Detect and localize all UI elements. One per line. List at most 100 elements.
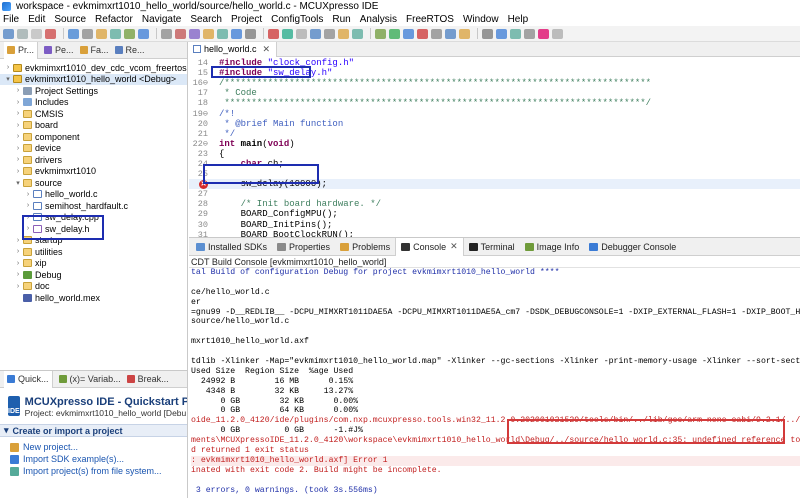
menu-analysis[interactable]: Analysis	[360, 14, 397, 25]
chevron-right-icon[interactable]: ›	[4, 64, 12, 71]
toolbar-button-icon[interactable]	[3, 28, 14, 39]
explorer-tab-0[interactable]: Pr...	[4, 42, 39, 59]
menu-refactor[interactable]: Refactor	[95, 14, 133, 25]
menu-freertos[interactable]: FreeRTOS	[406, 14, 454, 25]
toolbar-button-icon[interactable]	[459, 28, 470, 39]
toolbar-button-icon[interactable]	[68, 28, 79, 39]
menu-help[interactable]: Help	[508, 14, 529, 25]
toolbar-button-icon[interactable]	[482, 28, 493, 39]
chevron-right-icon[interactable]: ›	[14, 122, 22, 129]
tab-console[interactable]: Console ✕	[395, 238, 464, 256]
tree-item[interactable]: ▾ source	[0, 177, 187, 189]
quickstart-tab-2[interactable]: Break...	[126, 374, 169, 384]
quickstart-tab-0[interactable]: Quick...	[4, 371, 53, 388]
explorer-tab-2[interactable]: Fa...	[79, 45, 109, 55]
editor-tab-hello-world-c[interactable]: hello_world.c ✕	[189, 42, 278, 57]
toolbar-button-icon[interactable]	[389, 28, 400, 39]
tree-item[interactable]: › evkmimxrt1010	[0, 166, 187, 178]
explorer-tab-1[interactable]: Pe...	[44, 45, 74, 55]
tab-installed-sdks[interactable]: Installed SDKs	[191, 238, 272, 256]
close-icon[interactable]: ✕	[263, 44, 271, 55]
toolbar-button-icon[interactable]	[231, 28, 242, 39]
tab-debugger-console[interactable]: Debugger Console	[584, 238, 681, 256]
toolbar-button-icon[interactable]	[296, 28, 307, 39]
tree-item[interactable]: › xip	[0, 258, 187, 270]
chevron-right-icon[interactable]: ›	[14, 99, 22, 106]
toolbar-button-icon[interactable]	[496, 28, 507, 39]
explorer-tab-3[interactable]: Re...	[114, 45, 145, 55]
toolbar-button-icon[interactable]	[403, 28, 414, 39]
toolbar-button-icon[interactable]	[282, 28, 293, 39]
toolbar-button-icon[interactable]	[138, 28, 149, 39]
chevron-right-icon[interactable]: ›	[24, 202, 32, 209]
menu-navigate[interactable]: Navigate	[142, 14, 181, 25]
quickstart-tab-1[interactable]: (x)= Variab...	[58, 374, 121, 384]
toolbar-button-icon[interactable]	[375, 28, 386, 39]
quickstart-link-0[interactable]: New project...	[10, 441, 187, 453]
chevron-right-icon[interactable]: ›	[14, 271, 22, 278]
tree-item[interactable]: › hello_world.c	[0, 189, 187, 201]
toolbar-button-icon[interactable]	[431, 28, 442, 39]
toolbar-button-icon[interactable]	[268, 28, 279, 39]
chevron-right-icon[interactable]: ›	[14, 260, 22, 267]
menu-run[interactable]: Run	[332, 14, 350, 25]
chevron-right-icon[interactable]: ›	[24, 191, 32, 198]
tree-item[interactable]: › device	[0, 143, 187, 155]
menu-edit[interactable]: Edit	[28, 14, 45, 25]
tree-item[interactable]: › Debug	[0, 269, 187, 281]
toolbar-button-icon[interactable]	[352, 28, 363, 39]
toolbar-button-icon[interactable]	[310, 28, 321, 39]
code-area[interactable]: 14 #include "clock_config.h" 15 #include "s…	[189, 58, 800, 237]
tree-item[interactable]: hello_world.mex	[0, 292, 187, 304]
menu-window[interactable]: Window	[463, 14, 499, 25]
chevron-right-icon[interactable]: ›	[14, 237, 22, 244]
chevron-right-icon[interactable]: ›	[14, 168, 22, 175]
quickstart-link-2[interactable]: Import project(s) from file system...	[10, 465, 187, 477]
toolbar-button-icon[interactable]	[17, 28, 28, 39]
chevron-right-icon[interactable]: ›	[14, 145, 22, 152]
toolbar-button-icon[interactable]	[510, 28, 521, 39]
tree-item[interactable]: › utilities	[0, 246, 187, 258]
toolbar-button-icon[interactable]	[203, 28, 214, 39]
toolbar-button-icon[interactable]	[124, 28, 135, 39]
tree-item[interactable]: › semihost_hardfault.c	[0, 200, 187, 212]
toolbar-button-icon[interactable]	[110, 28, 121, 39]
tree-item[interactable]: › component	[0, 131, 187, 143]
menu-source[interactable]: Source	[54, 14, 86, 25]
tree-item[interactable]: › Includes	[0, 97, 187, 109]
menu-search[interactable]: Search	[190, 14, 222, 25]
chevron-right-icon[interactable]: ›	[14, 156, 22, 163]
toolbar-button-icon[interactable]	[189, 28, 200, 39]
toolbar-button-icon[interactable]	[96, 28, 107, 39]
chevron-right-icon[interactable]: ›	[14, 283, 22, 290]
tab-terminal[interactable]: Terminal	[464, 238, 520, 256]
tab-problems[interactable]: Problems	[335, 238, 395, 256]
console-output[interactable]: tal Build of configuration Debug for pro…	[189, 268, 800, 495]
tree-item[interactable]: › Project Settings	[0, 85, 187, 97]
menu-project[interactable]: Project	[231, 14, 262, 25]
toolbar-button-icon[interactable]	[552, 28, 563, 39]
chevron-down-icon[interactable]: ▾	[14, 179, 22, 187]
tree-item[interactable]: › doc	[0, 281, 187, 293]
chevron-right-icon[interactable]: ›	[14, 248, 22, 255]
toolbar-button-icon[interactable]	[417, 28, 428, 39]
toolbar-button-icon[interactable]	[324, 28, 335, 39]
create-import-section-header[interactable]: ▾ Create or import a project	[0, 424, 187, 437]
tree-item[interactable]: ▾ evkmimxrt1010_hello_world <Debug>	[0, 73, 187, 85]
chevron-right-icon[interactable]: ›	[14, 133, 22, 140]
toolbar-button-icon[interactable]	[338, 28, 349, 39]
chevron-down-icon[interactable]: ▾	[4, 75, 12, 83]
chevron-right-icon[interactable]: ›	[14, 110, 22, 117]
tab-image-info[interactable]: Image Info	[520, 238, 585, 256]
tree-item[interactable]: › CMSIS	[0, 108, 187, 120]
quickstart-link-1[interactable]: Import SDK example(s)...	[10, 453, 187, 465]
menu-file[interactable]: File	[3, 14, 19, 25]
tree-item[interactable]: › board	[0, 120, 187, 132]
toolbar-button-icon[interactable]	[445, 28, 456, 39]
toolbar-button-icon[interactable]	[45, 28, 56, 39]
tab-properties[interactable]: Properties	[272, 238, 335, 256]
toolbar-button-icon[interactable]	[245, 28, 256, 39]
chevron-right-icon[interactable]: ›	[14, 87, 22, 94]
toolbar-button-icon[interactable]	[161, 28, 172, 39]
tree-item[interactable]: › evkmimxrt1010_dev_cdc_vcom_freertos	[0, 62, 187, 74]
